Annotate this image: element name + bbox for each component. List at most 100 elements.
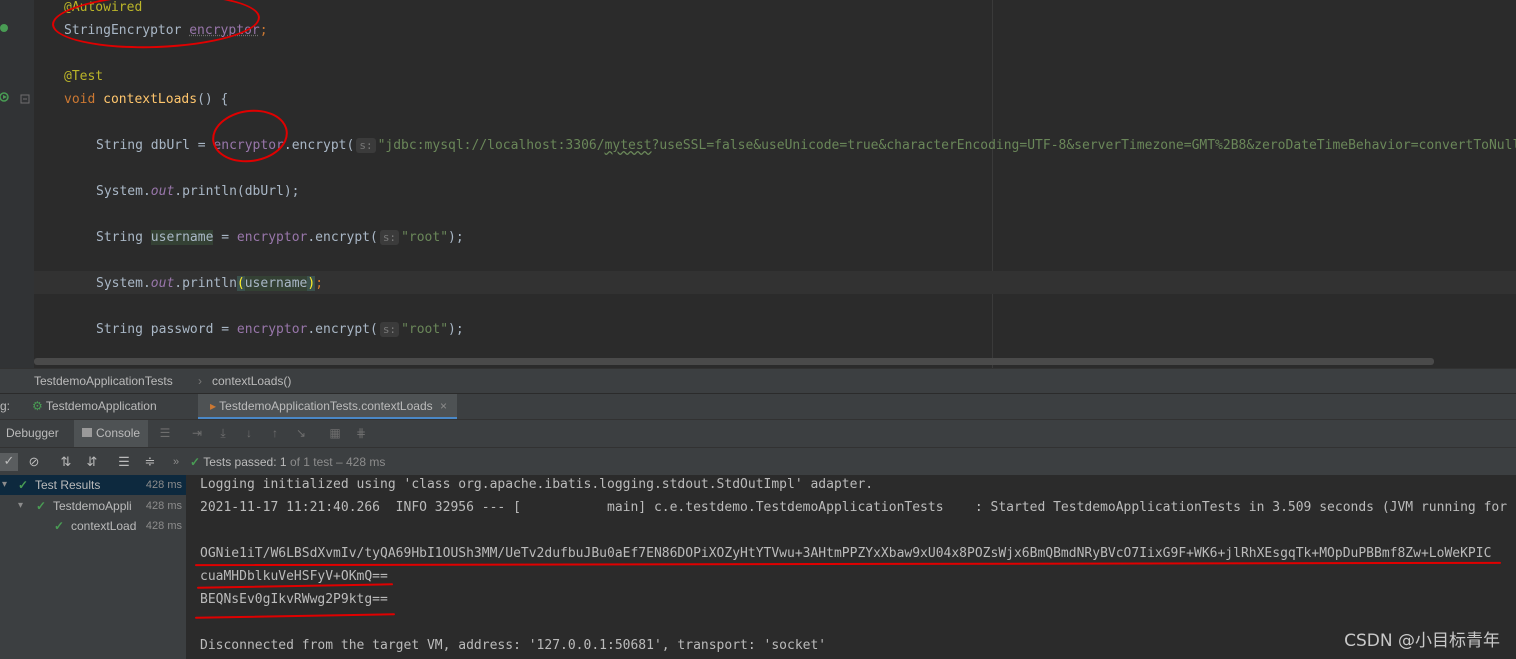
debug-toolbar: Debugger Console ☰ ⇥ ⤓ ↓ ↑ ↘ ▦ ⋕ xyxy=(0,419,1516,447)
pass-check-icon: ✓ xyxy=(190,455,201,469)
var-username: username xyxy=(150,230,214,245)
breadcrumb-class[interactable]: TestdemoApplicationTests xyxy=(34,374,173,388)
system-class: System. xyxy=(96,184,151,199)
horizontal-scrollbar[interactable] xyxy=(34,358,1434,365)
method-paren: () { xyxy=(197,92,229,107)
test-run-icon: ▸ xyxy=(210,399,217,413)
static-out: out xyxy=(150,184,175,199)
tree-item-testdemo-application[interactable]: ▾ ✓ TestdemoAppli 428 ms xyxy=(0,496,186,516)
run-to-cursor-icon[interactable]: ↘ xyxy=(294,426,308,440)
right-margin-guide xyxy=(992,0,993,368)
test-results-tree[interactable]: ▾ ✓ Test Results 428 ms ▾ ✓ TestdemoAppl… xyxy=(0,475,187,659)
tests-passed-count: 1 xyxy=(279,455,287,469)
annotation-test: @Test xyxy=(64,69,104,84)
param-hint: s: xyxy=(379,322,400,337)
field-encryptor: encryptor xyxy=(236,230,308,245)
string-typo: mytest xyxy=(604,138,652,153)
code-line-4[interactable]: @Test xyxy=(64,65,103,88)
method-encrypt: .encrypt( xyxy=(307,322,378,337)
type-string: String xyxy=(96,230,143,245)
show-execution-point-icon[interactable]: ⇥ xyxy=(190,426,204,440)
static-out: out xyxy=(150,276,175,291)
console-output[interactable]: Logging initialized using 'class org.apa… xyxy=(187,475,1516,659)
red-circle-annotation xyxy=(51,0,261,52)
var-password: password xyxy=(150,322,214,337)
fold-icon[interactable] xyxy=(20,94,30,104)
tree-time: 428 ms xyxy=(145,520,182,532)
code-line-7[interactable]: System.out.println(dbUrl); xyxy=(96,180,300,203)
expand-arrow-icon[interactable]: ▾ xyxy=(2,475,7,495)
code-line-8[interactable]: String username = encryptor.encrypt(s: "r… xyxy=(96,226,464,249)
trace-icon[interactable]: ⋕ xyxy=(354,426,368,440)
test-summary: ✓ Tests passed: 1 of 1 test – 428 ms xyxy=(190,454,385,470)
debug-label: g: xyxy=(0,399,11,413)
code-line-6[interactable]: String dbUrl = encryptor.encrypt(s: "jdbc… xyxy=(96,134,1516,157)
step-into-icon[interactable]: ↓ xyxy=(242,426,256,440)
sort-duration-icon[interactable]: ⇵ xyxy=(84,454,100,470)
tab-testdemo-application[interactable]: ⚙ TestdemoApplication xyxy=(28,394,165,419)
show-ignored-icon[interactable]: ⊘ xyxy=(26,454,42,470)
type-string: String xyxy=(96,322,143,337)
step-over-icon[interactable]: ⤓ xyxy=(216,426,230,440)
pass-check-icon: ✓ xyxy=(36,499,47,513)
tree-time: 428 ms xyxy=(145,500,182,512)
string-literal-rest: ?useSSL=false&useUnicode=true&characterE… xyxy=(651,138,1516,153)
more-chevron-icon[interactable]: » xyxy=(168,454,184,470)
pass-check-icon: ✓ xyxy=(18,478,29,492)
tab-label: TestdemoApplicationTests.contextLoads xyxy=(219,399,433,413)
run-test-icon[interactable] xyxy=(0,92,10,102)
expand-all-icon[interactable]: ☰ xyxy=(116,454,132,470)
step-out-icon[interactable]: ↑ xyxy=(268,426,282,440)
code-line-10[interactable]: String password = encryptor.encrypt(s: "r… xyxy=(96,318,464,341)
line-end: ); xyxy=(448,322,464,337)
println-call: .println(dbUrl); xyxy=(174,184,300,199)
collapse-all-icon[interactable]: ≑ xyxy=(142,454,158,470)
tests-passed-label: Tests passed: xyxy=(203,455,277,469)
watermark: CSDN @小目标青年 xyxy=(1344,631,1500,651)
pass-check-icon: ✓ xyxy=(54,519,65,533)
close-icon[interactable]: × xyxy=(440,399,447,413)
keyword-void: void xyxy=(64,92,96,107)
tree-label: Test Results xyxy=(35,478,101,492)
tab-contextloads[interactable]: ▸ TestdemoApplicationTests.contextLoads … xyxy=(198,394,457,419)
code-editor[interactable]: @Autowired StringEncryptor encryptor; @T… xyxy=(0,0,1516,368)
breadcrumb-method[interactable]: contextLoads() xyxy=(212,374,291,388)
code-line-9[interactable]: System.out.println(username); xyxy=(96,272,323,295)
sort-alpha-icon[interactable]: ⇅ xyxy=(58,454,74,470)
expand-arrow-icon[interactable]: ▾ xyxy=(18,496,23,516)
equals: = xyxy=(213,230,237,245)
editor-gutter[interactable] xyxy=(0,0,34,368)
code-line-5[interactable]: void contextLoads() { xyxy=(64,88,228,111)
red-circle-annotation xyxy=(208,104,292,168)
console-icon xyxy=(82,428,92,437)
console-line: Logging initialized using 'class org.apa… xyxy=(200,477,874,492)
show-passed-icon[interactable]: ✓ xyxy=(0,453,18,471)
param-hint: s: xyxy=(356,138,376,153)
string-literal: "jdbc:mysql://localhost:3306/ xyxy=(377,138,605,153)
test-status-bar: ✓ ⊘ ⇅ ⇵ ☰ ≑ » ✓ Tests passed: 1 of 1 tes… xyxy=(0,447,1516,476)
tab-debugger[interactable]: Debugger xyxy=(6,420,59,447)
semicolon: ; xyxy=(315,276,324,291)
tree-item-contextloads[interactable]: ✓ contextLoad 428 ms xyxy=(0,516,186,536)
bean-navigation-icon[interactable] xyxy=(0,23,10,33)
tests-passed-detail: of 1 test – 428 ms xyxy=(289,455,386,469)
red-underline-annotation xyxy=(194,613,396,619)
equals: = xyxy=(189,138,214,153)
tab-console[interactable]: Console xyxy=(74,420,149,447)
method-encrypt: .encrypt( xyxy=(283,138,355,153)
arg-username: username xyxy=(244,276,308,291)
tree-time: 428 ms xyxy=(145,479,182,491)
line-end: ); xyxy=(448,230,464,245)
println-call: .println xyxy=(174,276,237,291)
semicolon: ; xyxy=(259,23,268,38)
evaluate-expression-icon[interactable]: ▦ xyxy=(328,426,342,440)
tree-label: TestdemoAppli xyxy=(53,499,132,513)
tree-item-test-results[interactable]: ▾ ✓ Test Results 428 ms xyxy=(0,475,186,495)
method-name: contextLoads xyxy=(103,92,198,107)
menu-icon[interactable]: ☰ xyxy=(158,426,172,440)
string-literal: "root" xyxy=(401,322,449,337)
breadcrumb: TestdemoApplicationTests › contextLoads(… xyxy=(0,368,1516,393)
debug-run-tabs: g: ⚙ TestdemoApplication ▸ TestdemoAppli… xyxy=(0,393,1516,419)
string-literal: "root" xyxy=(401,230,449,245)
system-class: System. xyxy=(96,276,151,291)
